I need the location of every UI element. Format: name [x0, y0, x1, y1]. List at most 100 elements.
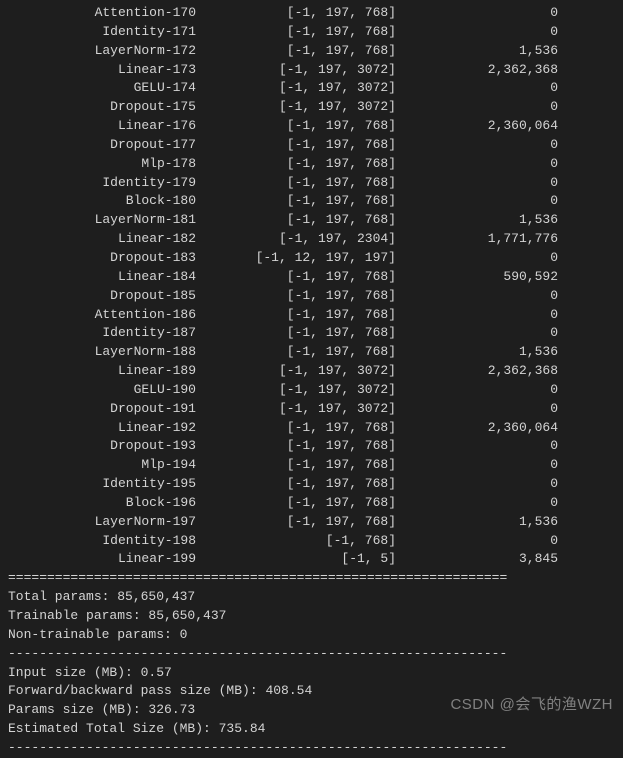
output-shape: [-1, 197, 768] [208, 456, 408, 475]
param-count: 0 [408, 79, 558, 98]
table-row: Identity-195[-1, 197, 768]0 [8, 475, 615, 494]
layer-name: LayerNorm-188 [8, 343, 208, 362]
output-shape: [-1, 197, 768] [208, 192, 408, 211]
table-row: Linear-182[-1, 197, 2304]1,771,776 [8, 230, 615, 249]
table-row: Attention-170[-1, 197, 768]0 [8, 4, 615, 23]
layer-name: GELU-174 [8, 79, 208, 98]
layer-name: Block-180 [8, 192, 208, 211]
layer-name: Linear-182 [8, 230, 208, 249]
output-shape: [-1, 197, 768] [208, 437, 408, 456]
param-count: 0 [408, 155, 558, 174]
divider-dash-2: ----------------------------------------… [8, 739, 615, 758]
param-count: 2,362,368 [408, 362, 558, 381]
table-row: Dropout-175[-1, 197, 3072]0 [8, 98, 615, 117]
output-shape: [-1, 197, 768] [208, 419, 408, 438]
layer-name: Identity-195 [8, 475, 208, 494]
layer-name: Block-196 [8, 494, 208, 513]
param-count: 0 [408, 192, 558, 211]
table-row: GELU-174[-1, 197, 3072]0 [8, 79, 615, 98]
param-count: 1,536 [408, 513, 558, 532]
table-row: LayerNorm-181[-1, 197, 768]1,536 [8, 211, 615, 230]
table-row: Mlp-194[-1, 197, 768]0 [8, 456, 615, 475]
table-row: Mlp-178[-1, 197, 768]0 [8, 155, 615, 174]
output-shape: [-1, 197, 768] [208, 494, 408, 513]
layer-name: Dropout-183 [8, 249, 208, 268]
output-shape: [-1, 197, 768] [208, 155, 408, 174]
param-count: 0 [408, 437, 558, 456]
output-shape: [-1, 197, 768] [208, 324, 408, 343]
output-shape: [-1, 12, 197, 197] [208, 249, 408, 268]
layer-name: Mlp-194 [8, 456, 208, 475]
output-shape: [-1, 197, 768] [208, 174, 408, 193]
divider-equals: ========================================… [8, 569, 615, 588]
est-total-size: Estimated Total Size (MB): 735.84 [8, 720, 615, 739]
layer-name: Linear-199 [8, 550, 208, 569]
param-count: 2,360,064 [408, 419, 558, 438]
layer-name: Identity-171 [8, 23, 208, 42]
input-size: Input size (MB): 0.57 [8, 664, 615, 683]
layer-name: LayerNorm-172 [8, 42, 208, 61]
param-count: 0 [408, 494, 558, 513]
param-count: 0 [408, 381, 558, 400]
divider-dash-1: ----------------------------------------… [8, 645, 615, 664]
param-count: 0 [408, 532, 558, 551]
output-shape: [-1, 197, 768] [208, 268, 408, 287]
output-shape: [-1, 197, 3072] [208, 362, 408, 381]
param-count: 0 [408, 400, 558, 419]
layer-name: Dropout-191 [8, 400, 208, 419]
output-shape: [-1, 197, 2304] [208, 230, 408, 249]
param-count: 1,536 [408, 42, 558, 61]
param-count: 0 [408, 174, 558, 193]
output-shape: [-1, 197, 3072] [208, 98, 408, 117]
output-shape: [-1, 197, 768] [208, 343, 408, 362]
table-row: Linear-173[-1, 197, 3072]2,362,368 [8, 61, 615, 80]
layer-name: Identity-198 [8, 532, 208, 551]
output-shape: [-1, 197, 768] [208, 287, 408, 306]
table-row: Dropout-193[-1, 197, 768]0 [8, 437, 615, 456]
layer-name: Dropout-175 [8, 98, 208, 117]
layer-name: Dropout-177 [8, 136, 208, 155]
watermark: CSDN @会飞的渔WZH [450, 694, 613, 716]
table-row: Linear-192[-1, 197, 768]2,360,064 [8, 419, 615, 438]
trainable-params: Trainable params: 85,650,437 [8, 607, 615, 626]
layer-name: Linear-189 [8, 362, 208, 381]
layer-name: Dropout-185 [8, 287, 208, 306]
table-row: Identity-187[-1, 197, 768]0 [8, 324, 615, 343]
output-shape: [-1, 197, 768] [208, 117, 408, 136]
table-row: Identity-171[-1, 197, 768]0 [8, 23, 615, 42]
table-row: Dropout-185[-1, 197, 768]0 [8, 287, 615, 306]
table-row: Dropout-177[-1, 197, 768]0 [8, 136, 615, 155]
layer-name: Mlp-178 [8, 155, 208, 174]
param-count: 1,771,776 [408, 230, 558, 249]
param-count: 0 [408, 136, 558, 155]
output-shape: [-1, 197, 768] [208, 513, 408, 532]
param-count: 0 [408, 4, 558, 23]
output-shape: [-1, 197, 3072] [208, 79, 408, 98]
table-row: Block-180[-1, 197, 768]0 [8, 192, 615, 211]
layer-name: Identity-179 [8, 174, 208, 193]
layer-name: Attention-170 [8, 4, 208, 23]
output-shape: [-1, 197, 768] [208, 4, 408, 23]
output-shape: [-1, 197, 768] [208, 475, 408, 494]
output-shape: [-1, 197, 768] [208, 306, 408, 325]
table-row: Block-196[-1, 197, 768]0 [8, 494, 615, 513]
table-row: LayerNorm-188[-1, 197, 768]1,536 [8, 343, 615, 362]
table-row: GELU-190[-1, 197, 3072]0 [8, 381, 615, 400]
output-shape: [-1, 768] [208, 532, 408, 551]
param-count: 590,592 [408, 268, 558, 287]
param-count: 0 [408, 475, 558, 494]
table-row: LayerNorm-172[-1, 197, 768]1,536 [8, 42, 615, 61]
layer-name: Identity-187 [8, 324, 208, 343]
output-shape: [-1, 197, 768] [208, 211, 408, 230]
layer-name: Linear-184 [8, 268, 208, 287]
output-shape: [-1, 197, 3072] [208, 400, 408, 419]
output-shape: [-1, 197, 3072] [208, 61, 408, 80]
table-row: Linear-184[-1, 197, 768]590,592 [8, 268, 615, 287]
layer-name: Linear-173 [8, 61, 208, 80]
output-shape: [-1, 5] [208, 550, 408, 569]
output-shape: [-1, 197, 3072] [208, 381, 408, 400]
param-count: 0 [408, 249, 558, 268]
total-params: Total params: 85,650,437 [8, 588, 615, 607]
table-row: Linear-199[-1, 5]3,845 [8, 550, 615, 569]
layer-name: Linear-192 [8, 419, 208, 438]
